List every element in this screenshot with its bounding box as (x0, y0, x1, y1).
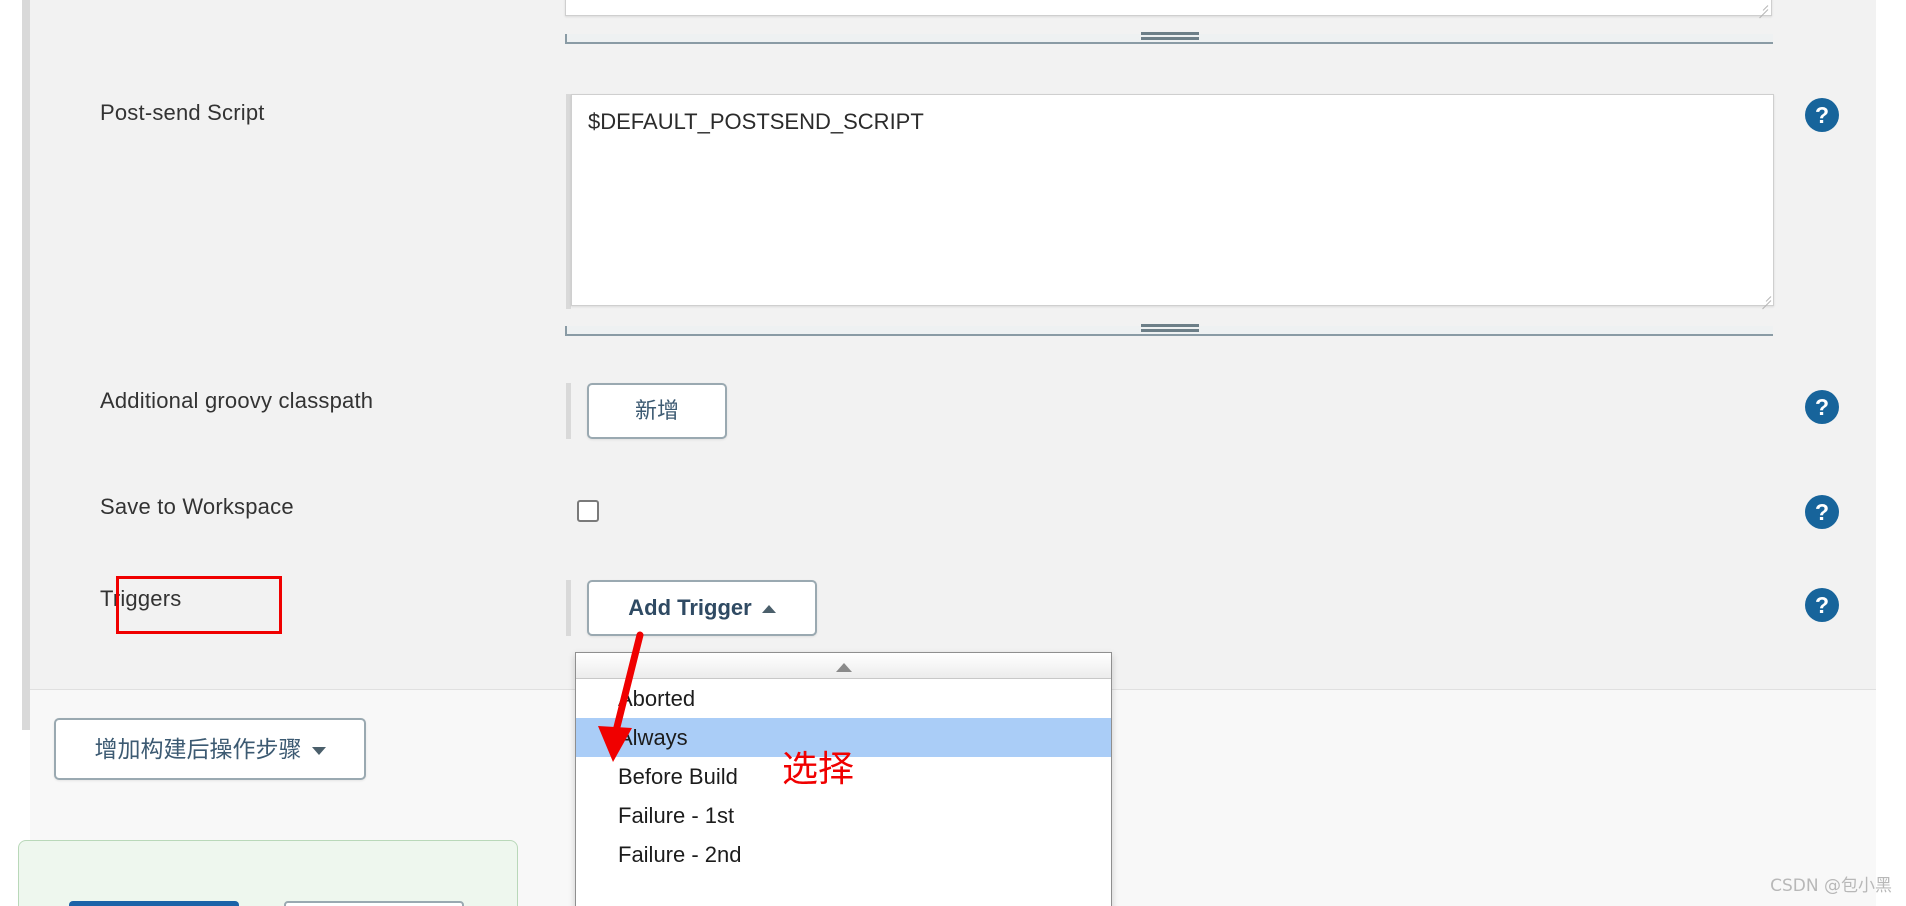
section-rail (22, 0, 30, 730)
save-button[interactable] (69, 901, 239, 906)
post-send-script-value: $DEFAULT_POSTSEND_SCRIPT (588, 109, 924, 134)
caret-down-icon (311, 746, 326, 755)
watermark: CSDN @包小黑 (1770, 876, 1892, 896)
trigger-option[interactable]: Before Build (576, 757, 1111, 796)
add-post-build-action-label: 增加构建后操作步骤 (94, 736, 302, 762)
setting-marker-groovy-classpath (566, 383, 571, 439)
label-save-to-workspace: Save to Workspace (100, 494, 294, 519)
textarea-splitter-post-send[interactable] (565, 324, 1773, 336)
trigger-option[interactable]: Aborted (576, 679, 1111, 718)
help-icon-triggers[interactable]: ? (1805, 588, 1839, 622)
dropdown-scroll-up-bar[interactable] (576, 653, 1111, 679)
textarea-splitter-top[interactable] (565, 32, 1773, 44)
add-post-build-action-button[interactable]: 增加构建后操作步骤 (54, 718, 366, 780)
save-to-workspace-checkbox[interactable] (577, 500, 599, 522)
page-left-gutter (0, 0, 22, 906)
add-classpath-button[interactable]: 新增 (587, 383, 727, 439)
save-apply-card (18, 840, 518, 906)
apply-button[interactable] (284, 901, 464, 906)
trigger-option[interactable]: Failure - 1st (576, 796, 1111, 835)
scroll-up-arrow-icon[interactable] (835, 663, 852, 672)
splitter-grip-icon (1141, 324, 1199, 334)
previous-script-textarea[interactable] (565, 0, 1772, 19)
trigger-dropdown-menu[interactable]: Aborted Always Before Build Failure - 1st Fa… (575, 652, 1112, 906)
trigger-options-list: Aborted Always Before Build Failure - 1st Fa… (576, 679, 1111, 874)
help-icon-post-send-script[interactable]: ? (1805, 98, 1839, 132)
caret-up-icon (761, 605, 776, 614)
resize-grip-icon[interactable] (1754, 0, 1769, 19)
trigger-option[interactable]: Failure - 2nd (576, 835, 1111, 874)
help-icon-groovy-classpath[interactable]: ? (1805, 390, 1839, 424)
add-trigger-button-label: Add Trigger (628, 595, 752, 620)
label-triggers: Triggers (100, 586, 182, 611)
splitter-grip-icon (1141, 32, 1199, 42)
trigger-option[interactable]: Always (576, 718, 1111, 757)
setting-marker-triggers (566, 580, 571, 636)
jenkins-config-page: Post-send Script $DEFAULT_POSTSEND_SCRIP… (0, 0, 1906, 906)
post-send-script-textarea[interactable]: $DEFAULT_POSTSEND_SCRIPT (571, 94, 1774, 310)
label-additional-groovy-classpath: Additional groovy classpath (100, 388, 374, 413)
help-icon-save-to-workspace[interactable]: ? (1805, 495, 1839, 529)
resize-grip-icon[interactable] (1757, 289, 1772, 310)
add-trigger-button[interactable]: Add Trigger (587, 580, 817, 636)
label-post-send-script: Post-send Script (100, 100, 265, 125)
